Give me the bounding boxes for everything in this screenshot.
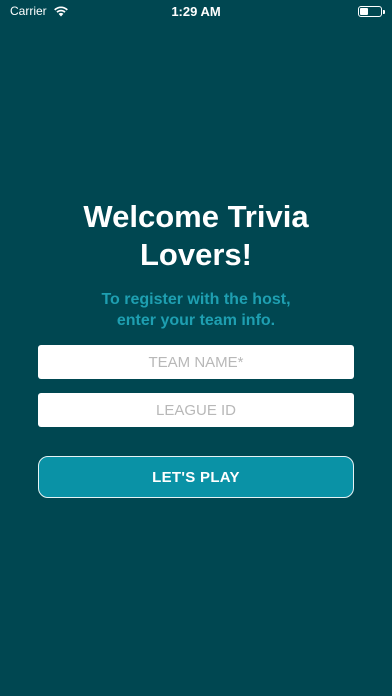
team-name-input[interactable] (38, 345, 354, 379)
league-id-input[interactable] (38, 393, 354, 427)
wifi-icon (53, 5, 69, 17)
status-left: Carrier (10, 4, 69, 18)
page-title: Welcome Trivia Lovers! (83, 199, 309, 272)
battery-level (360, 7, 368, 15)
lets-play-button[interactable]: LET'S PLAY (38, 456, 354, 498)
page-subtitle: To register with the host, enter your te… (101, 291, 291, 329)
battery-icon (358, 5, 385, 17)
status-bar: Carrier 1:29 AM (0, 0, 392, 22)
carrier-label: Carrier (10, 4, 47, 18)
